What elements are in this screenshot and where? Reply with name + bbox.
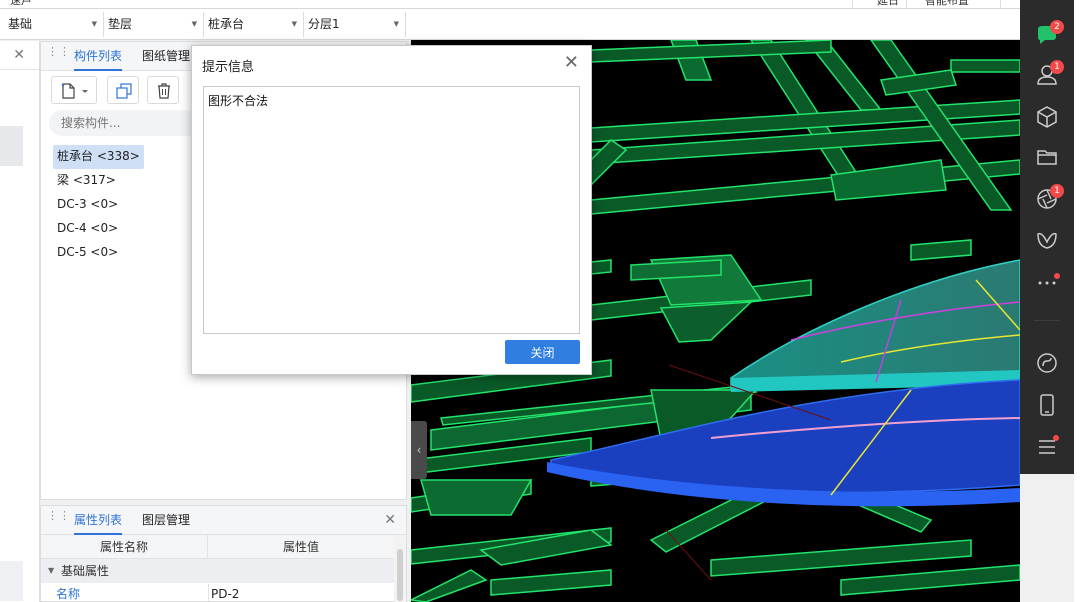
- top-toolbar-text-left[interactable]: 速戶: [10, 0, 32, 8]
- property-table-header: 属性名称 属性值: [41, 535, 394, 559]
- component-select[interactable]: 桩承台 ▼: [200, 12, 304, 37]
- trash-icon: [158, 83, 170, 99]
- dialog-message-box[interactable]: 图形不合法: [203, 86, 580, 334]
- property-panel-tabs: ⋮⋮ 属性列表 图层管理: [41, 506, 406, 535]
- chat-badge: 2: [1050, 20, 1064, 34]
- menu-button[interactable]: [1034, 434, 1060, 460]
- window-edge: [1074, 0, 1088, 602]
- caret-down-icon: ▼: [48, 566, 55, 575]
- tab-property-list[interactable]: 属性列表: [74, 506, 123, 535]
- sidebar-divider: [1034, 320, 1060, 321]
- chevron-down-icon: ▼: [291, 20, 297, 28]
- chat-button[interactable]: 2: [1034, 20, 1064, 48]
- component-item-dc3[interactable]: DC-3 <0>: [53, 193, 144, 217]
- tab-layer-management[interactable]: 图层管理: [142, 506, 190, 535]
- more-dots-icon: [1038, 281, 1056, 285]
- copy-component-button[interactable]: [107, 76, 139, 104]
- property-name: 名称: [56, 587, 81, 601]
- shutter-badge: 1: [1050, 184, 1064, 198]
- top-toolbar-text-right[interactable]: 智能布置: [925, 0, 969, 8]
- navigation-item[interactable]: [0, 561, 23, 601]
- drag-handle-icon[interactable]: ⋮⋮: [47, 510, 70, 527]
- files-button[interactable]: [1034, 144, 1060, 170]
- column-header-property-name: 属性名称: [41, 535, 208, 559]
- notification-dot: [1054, 273, 1060, 279]
- navigation-panel-header: ✕: [0, 41, 39, 70]
- chevron-down-icon: ▼: [91, 20, 97, 28]
- navigation-panel: ✕: [0, 41, 40, 602]
- list-item[interactable]: 桩承台 <338>: [53, 145, 144, 169]
- component-list: 桩承台 <338> 梁 <317> DC-3 <0> DC-4 <0> DC-5…: [53, 145, 144, 265]
- new-file-icon: [61, 83, 88, 99]
- copy-icon: [116, 83, 132, 99]
- floor-selector-row: 基础 ▼ 垫层 ▼ 桩承台 ▼ 分层1 ▼: [0, 9, 1020, 40]
- phone-button[interactable]: [1034, 392, 1060, 418]
- info-dialog: 提示信息 ✕ 图形不合法 关闭: [191, 45, 592, 375]
- layer-select[interactable]: 分层1 ▼: [300, 12, 406, 37]
- property-value[interactable]: PD-2: [211, 584, 239, 602]
- component-item-beam[interactable]: 梁 <317>: [53, 169, 144, 193]
- plugin-button[interactable]: [1034, 228, 1060, 254]
- collapse-panel-handle[interactable]: ‹: [411, 421, 427, 479]
- model-disk-top: [730, 259, 1020, 391]
- folder-icon: [1037, 150, 1057, 165]
- delete-component-button[interactable]: [147, 76, 179, 104]
- toolbar-divider: [1000, 0, 1001, 8]
- phone-icon: [1040, 394, 1054, 416]
- dialog-message: 图形不合法: [208, 94, 269, 108]
- property-scrollbar[interactable]: [394, 535, 406, 602]
- type-select-value: 垫层: [108, 17, 133, 31]
- contacts-button[interactable]: 1: [1034, 60, 1064, 88]
- toolbar-divider: [852, 0, 853, 8]
- type-select[interactable]: 垫层 ▼: [100, 12, 204, 37]
- top-toolbar-strip: 速戶 延日 智能布置: [0, 0, 1020, 9]
- butterfly-icon: [1037, 232, 1057, 249]
- category-select[interactable]: 基础 ▼: [0, 12, 104, 37]
- layer-select-value: 分层1: [308, 17, 340, 31]
- top-toolbar-text-mid[interactable]: 延日: [877, 0, 899, 8]
- chevron-down-icon: ▼: [393, 20, 399, 28]
- toolbar-divider: [906, 0, 907, 8]
- contacts-badge: 1: [1050, 60, 1064, 74]
- close-icon[interactable]: ✕: [384, 512, 396, 528]
- column-header-property-value: 属性值: [282, 540, 319, 554]
- right-sidebar: 2 1 1: [1020, 0, 1074, 474]
- drag-handle-icon[interactable]: ⋮⋮: [47, 46, 70, 63]
- chevron-down-icon: ▼: [191, 20, 197, 28]
- mini-program-button[interactable]: [1034, 350, 1060, 376]
- chevron-left-icon: ‹: [416, 443, 422, 457]
- more-button[interactable]: [1034, 268, 1060, 294]
- property-group-basic[interactable]: ▼ 基础属性: [41, 559, 394, 583]
- new-component-button[interactable]: [51, 76, 97, 104]
- component-select-value: 桩承台: [208, 17, 245, 31]
- component-item-dc5[interactable]: DC-5 <0>: [53, 241, 144, 265]
- close-icon[interactable]: ✕: [13, 47, 25, 63]
- table-row[interactable]: 名称 PD-2: [41, 584, 394, 602]
- property-group-label: 基础属性: [61, 564, 110, 578]
- close-icon[interactable]: ✕: [564, 52, 579, 73]
- shutter-button[interactable]: 1: [1034, 184, 1064, 212]
- dialog-title: 提示信息: [202, 60, 255, 75]
- tab-component-list[interactable]: 构件列表: [74, 42, 123, 71]
- tab-drawing-management[interactable]: 图纸管理: [142, 42, 190, 71]
- column-divider: [208, 584, 209, 602]
- property-panel: ⋮⋮ 属性列表 图层管理 ✕ 属性名称 属性值 ▼ 基础属性 名称 PD-2: [40, 505, 407, 602]
- scrollbar-thumb[interactable]: [397, 549, 403, 601]
- component-item-dc4[interactable]: DC-4 <0>: [53, 217, 144, 241]
- navigation-selected-item[interactable]: [0, 126, 23, 166]
- notification-dot: [1053, 435, 1059, 441]
- mini-program-icon: [1037, 353, 1057, 373]
- component-item-pile-cap[interactable]: 桩承台 <338>: [53, 145, 144, 169]
- category-select-value: 基础: [8, 17, 33, 31]
- cube-icon: [1037, 106, 1057, 128]
- close-button[interactable]: 关闭: [505, 340, 580, 364]
- model-button[interactable]: [1034, 104, 1060, 130]
